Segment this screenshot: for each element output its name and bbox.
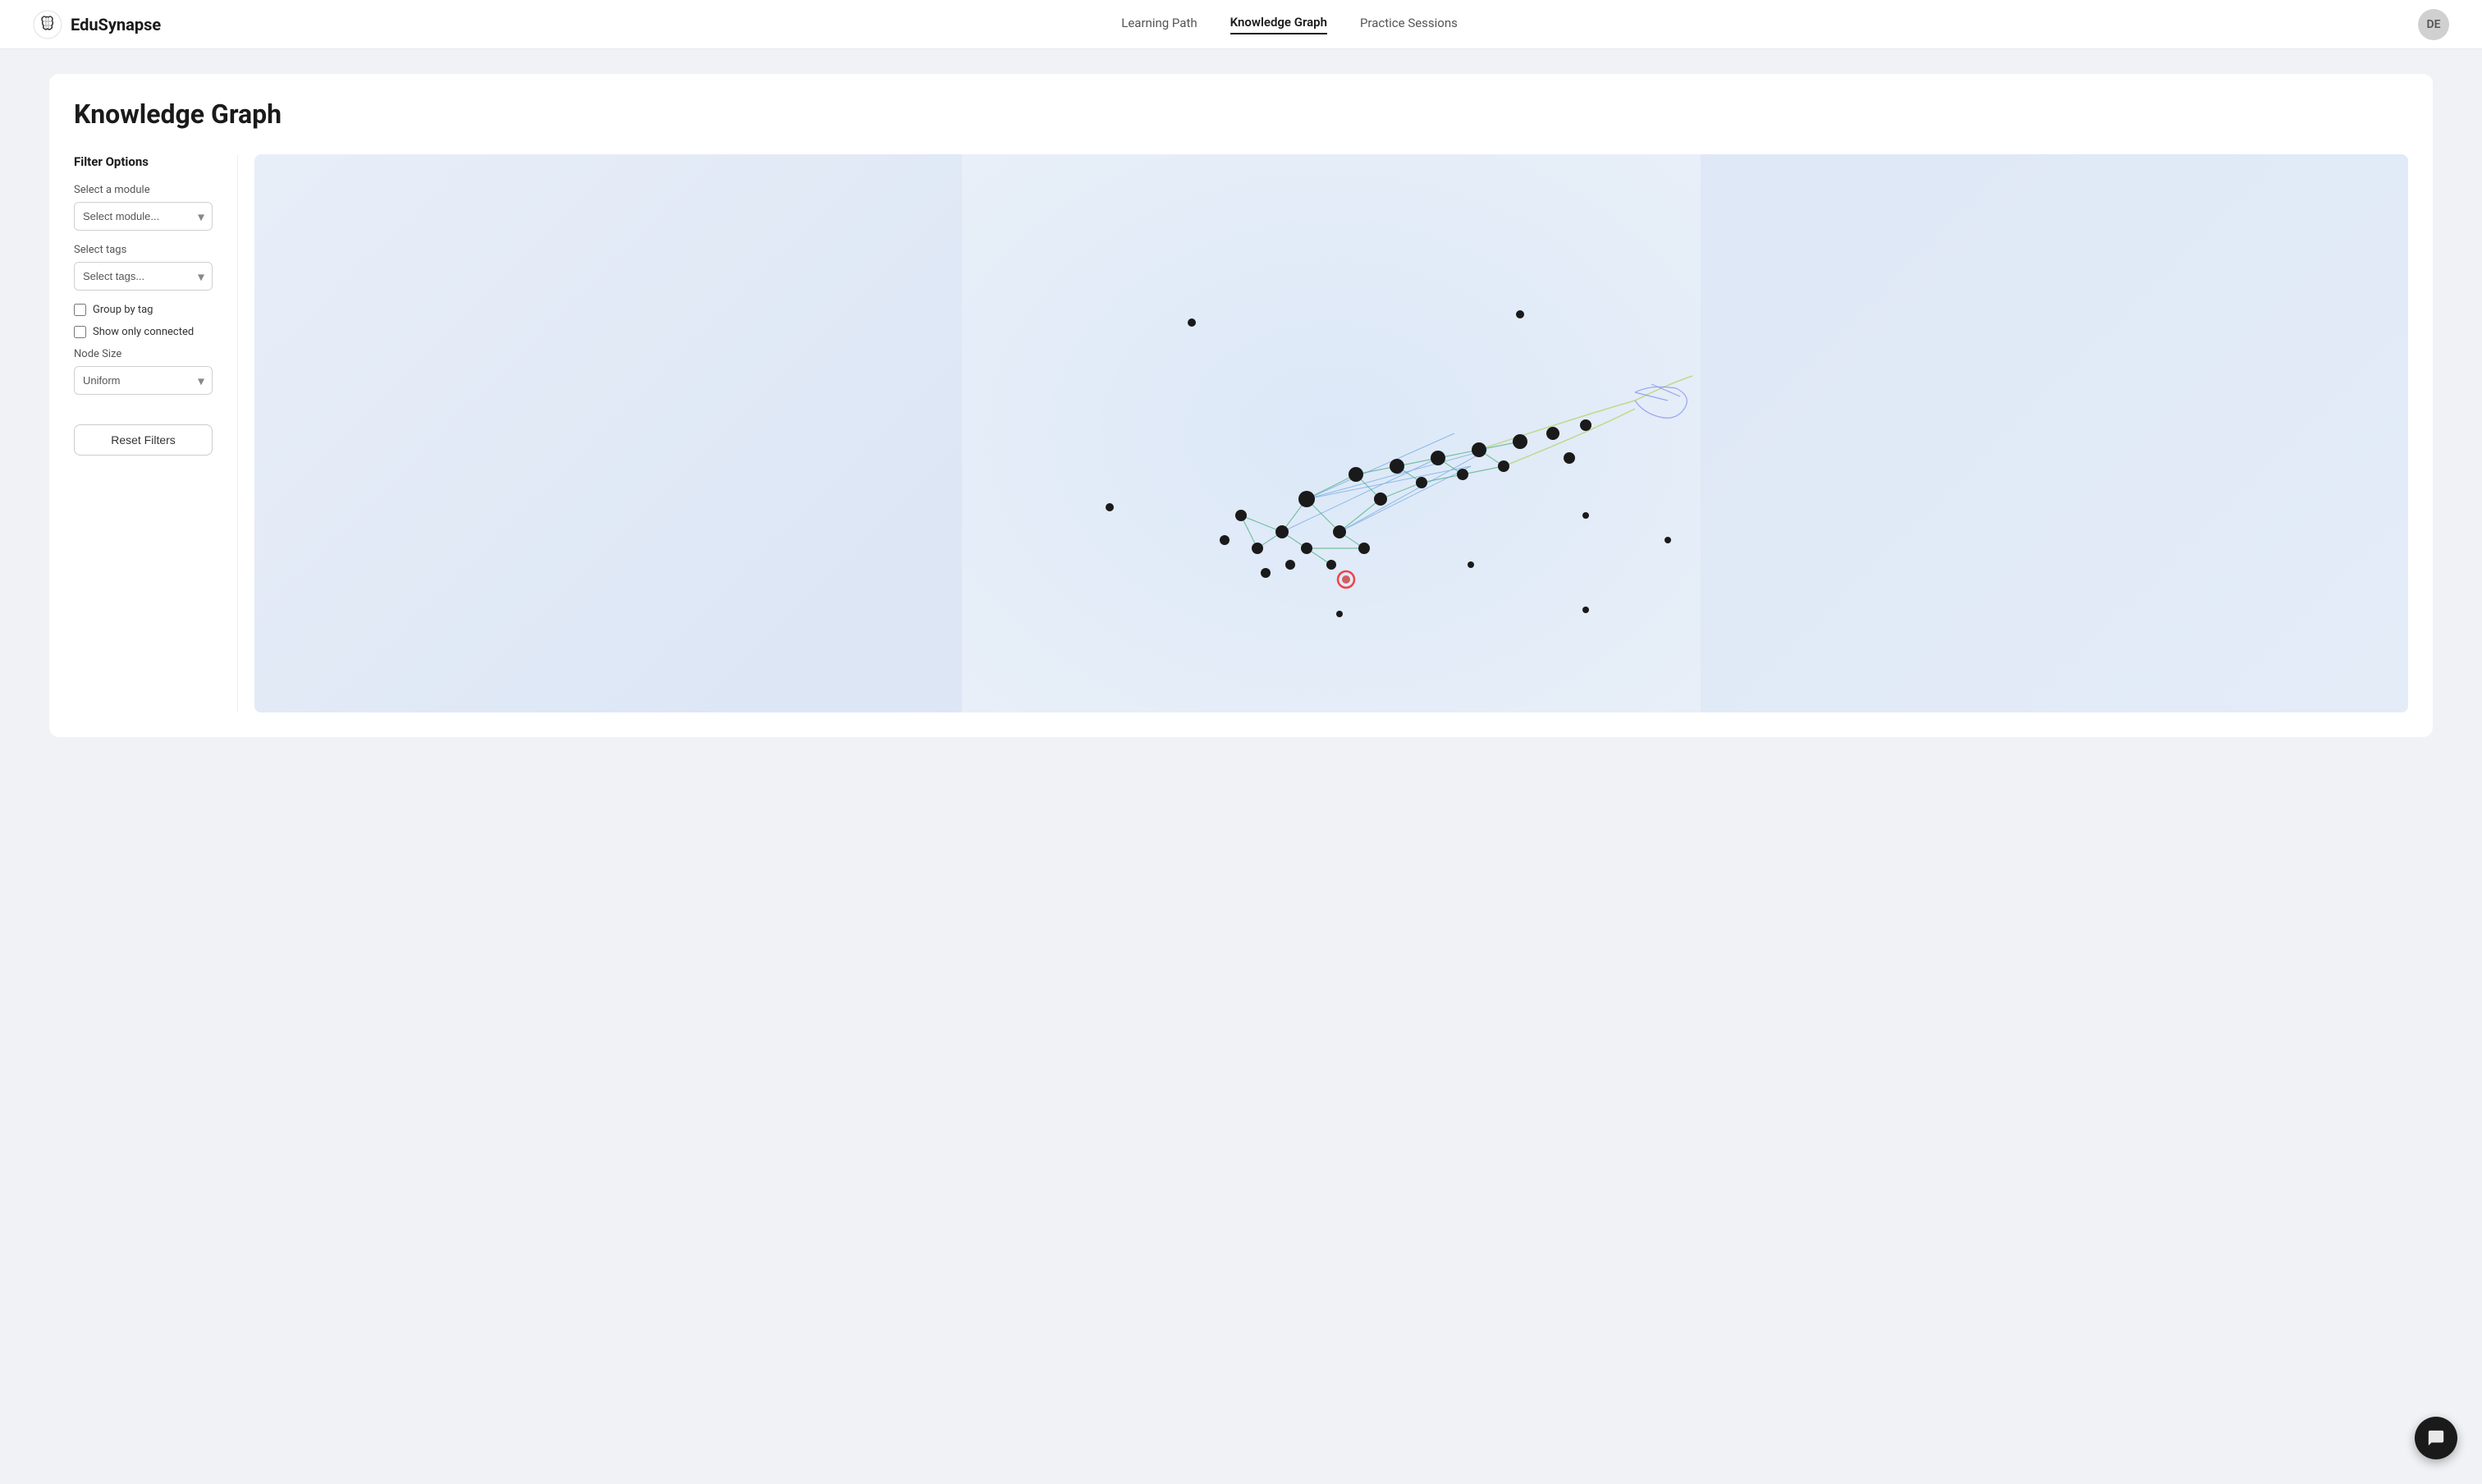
chat-icon xyxy=(2427,1429,2445,1447)
group-by-tag-row[interactable]: Group by tag xyxy=(74,304,213,316)
group-by-tag-label: Group by tag xyxy=(93,304,153,316)
logo-text: EduSynapse xyxy=(71,15,161,34)
tags-select[interactable]: Select tags... xyxy=(74,262,213,291)
graph-svg xyxy=(254,154,2408,712)
group-by-tag-checkbox[interactable] xyxy=(74,304,86,316)
tags-select-wrapper: Select tags... ▾ xyxy=(74,262,213,291)
logo-icon xyxy=(33,10,62,39)
show-only-connected-row[interactable]: Show only connected xyxy=(74,326,213,338)
graph-area xyxy=(254,154,2408,712)
module-select-wrapper: Select module... ▾ xyxy=(74,202,213,231)
node-size-select[interactable]: Uniform xyxy=(74,366,213,395)
nav-link-learning-path[interactable]: Learning Path xyxy=(1121,16,1197,34)
tags-label: Select tags xyxy=(74,244,213,256)
chat-button[interactable] xyxy=(2415,1417,2457,1459)
module-select[interactable]: Select module... xyxy=(74,202,213,231)
nav-links: Learning Path Knowledge Graph Practice S… xyxy=(1121,15,1458,34)
nav-link-knowledge-graph[interactable]: Knowledge Graph xyxy=(1230,15,1327,34)
reset-filters-button[interactable]: Reset Filters xyxy=(74,424,213,456)
show-only-connected-checkbox[interactable] xyxy=(74,326,86,338)
nav-right: DE xyxy=(2418,9,2449,40)
page-title: Knowledge Graph xyxy=(74,98,2408,130)
module-label: Select a module xyxy=(74,184,213,196)
node-size-label: Node Size xyxy=(74,348,213,360)
node-size-select-wrapper: Uniform ▾ xyxy=(74,366,213,395)
filter-sidebar: Filter Options Select a module Select mo… xyxy=(74,154,238,712)
logo: EduSynapse xyxy=(33,10,161,39)
nav-link-practice-sessions[interactable]: Practice Sessions xyxy=(1360,16,1458,34)
filter-title: Filter Options xyxy=(74,154,213,169)
show-only-connected-label: Show only connected xyxy=(93,326,194,338)
avatar[interactable]: DE xyxy=(2418,9,2449,40)
